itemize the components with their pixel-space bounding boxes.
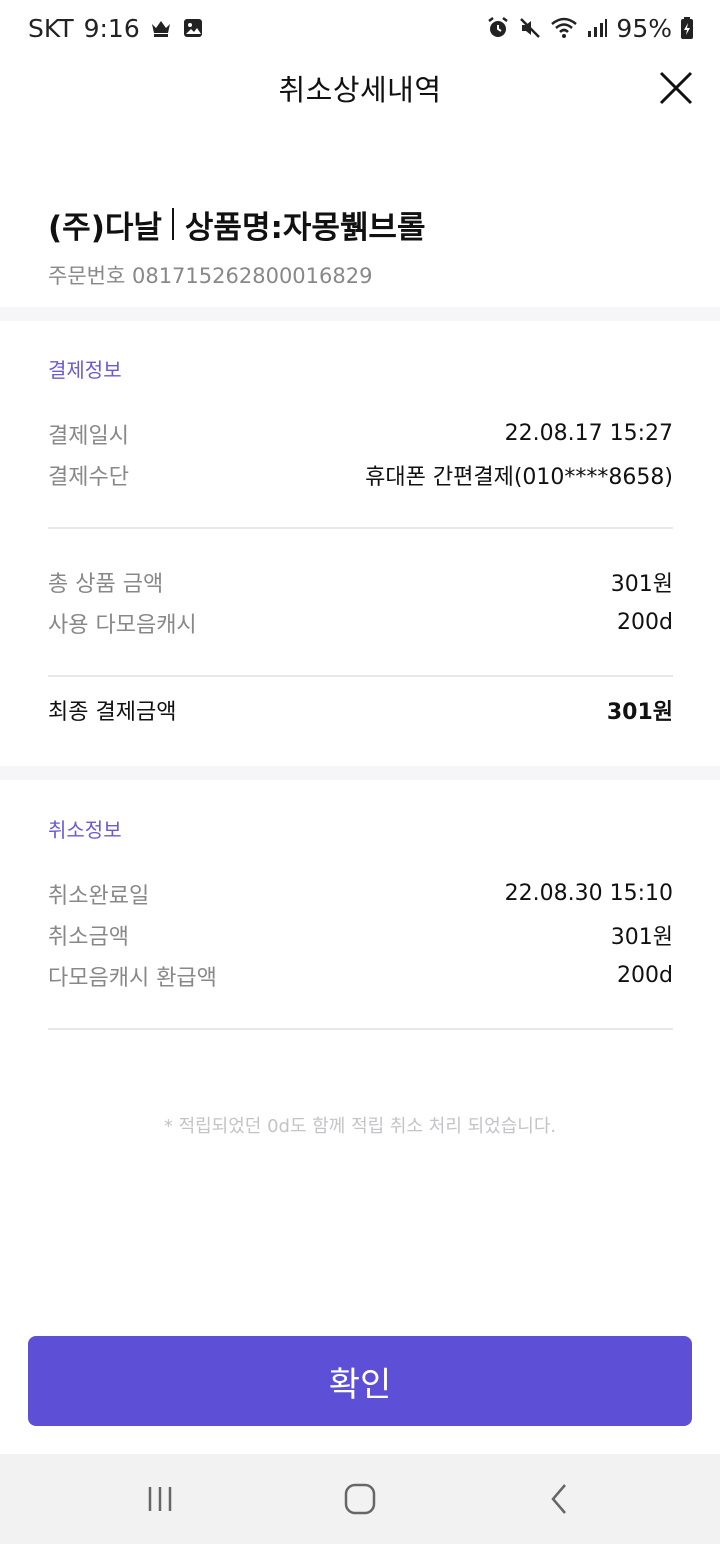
close-icon <box>659 71 693 105</box>
seller-name: (주)다날 <box>48 209 162 246</box>
notice-text: * 적립되었던 0d도 함께 적립 취소 처리 되었습니다. <box>163 1116 557 1137</box>
payment-info-section: 결제정보 결제일시 22.08.17 15:27 결제수단 휴대폰 간편결제(0… <box>48 357 673 730</box>
mute-icon <box>518 16 542 40</box>
cancel-row: 취소금액 301원 <box>48 914 673 955</box>
cancel-row: 취소완료일 22.08.30 15:10 <box>48 873 673 914</box>
section-divider <box>0 307 720 321</box>
page-title: 취소상세내역 <box>278 73 442 107</box>
total-amount-value: 301원 <box>610 571 673 597</box>
final-amount-value: 301원 <box>606 699 673 725</box>
section-divider <box>0 766 720 780</box>
back-icon <box>551 1484 566 1514</box>
amount-row: 총 상품 금액 301원 <box>48 561 673 602</box>
product-section: (주)다날 상품명:자몽뷁브롤 주문번호 081715262800016829 <box>48 200 678 290</box>
amount-row: 사용 다모음캐시 200d <box>48 602 673 643</box>
cancel-info-section: 취소정보 취소완료일 22.08.30 15:10 취소금액 301원 다모음캐… <box>48 817 673 1030</box>
cancel-date-label: 취소완료일 <box>48 883 150 909</box>
clock: 9:16 <box>83 13 140 43</box>
back-button[interactable] <box>520 1469 600 1529</box>
payment-method-value: 휴대폰 간편결제(010****8658) <box>365 464 673 490</box>
signal-icon <box>586 17 608 39</box>
payment-section-label: 결제정보 <box>48 358 122 382</box>
confirm-button[interactable]: 확인 <box>28 1336 692 1426</box>
payment-method-label: 결제수단 <box>48 464 129 490</box>
payment-date-value: 22.08.17 15:27 <box>504 421 673 446</box>
cancel-date-value: 22.08.30 15:10 <box>504 881 673 906</box>
status-left: SKT 9:16 <box>28 14 204 43</box>
row-divider <box>48 1028 673 1030</box>
cancel-amount-label: 취소금액 <box>48 924 129 950</box>
cash-refund-label: 다모음캐시 환급액 <box>48 965 217 991</box>
product-title: (주)다날 상품명:자몽뷁브롤 <box>48 200 678 248</box>
cancel-row: 다모음캐시 환급액 200d <box>48 955 673 996</box>
navigation-bar <box>0 1454 720 1544</box>
carrier-label: SKT <box>28 13 74 43</box>
title-separator <box>171 208 174 240</box>
cash-used-value: 200d <box>617 610 673 635</box>
home-button[interactable] <box>320 1469 400 1529</box>
payment-row: 결제수단 휴대폰 간편결제(010****8658) <box>48 454 673 495</box>
cancel-section-label: 취소정보 <box>48 818 122 842</box>
battery-charging-icon <box>680 16 694 40</box>
home-icon <box>344 1483 376 1515</box>
order-number-line: 주문번호 081715262800016829 <box>48 260 678 290</box>
total-amount-label: 총 상품 금액 <box>48 571 164 597</box>
battery-percent: 95% <box>616 13 672 43</box>
image-icon <box>182 17 204 39</box>
product-name: 상품명:자몽뷁브롤 <box>184 209 426 246</box>
cash-used-label: 사용 다모음캐시 <box>48 612 197 638</box>
final-amount-row: 최종 결제금액 301원 <box>48 689 673 730</box>
final-amount-label: 최종 결제금액 <box>48 699 177 725</box>
payment-row: 결제일시 22.08.17 15:27 <box>48 413 673 454</box>
header: 취소상세내역 <box>0 56 720 120</box>
order-number-label: 주문번호 <box>48 264 126 288</box>
recent-apps-icon <box>148 1487 172 1511</box>
close-button[interactable] <box>656 68 696 108</box>
payment-date-label: 결제일시 <box>48 423 129 449</box>
status-bar: SKT 9:16 95% <box>0 0 720 56</box>
order-number: 081715262800016829 <box>131 264 373 288</box>
alarm-icon <box>486 16 510 40</box>
status-right: 95% <box>486 14 694 43</box>
cash-refund-value: 200d <box>617 963 673 988</box>
crown-icon <box>150 18 172 38</box>
recent-apps-button[interactable] <box>120 1469 200 1529</box>
cancel-amount-value: 301원 <box>610 924 673 950</box>
wifi-icon <box>550 16 578 40</box>
